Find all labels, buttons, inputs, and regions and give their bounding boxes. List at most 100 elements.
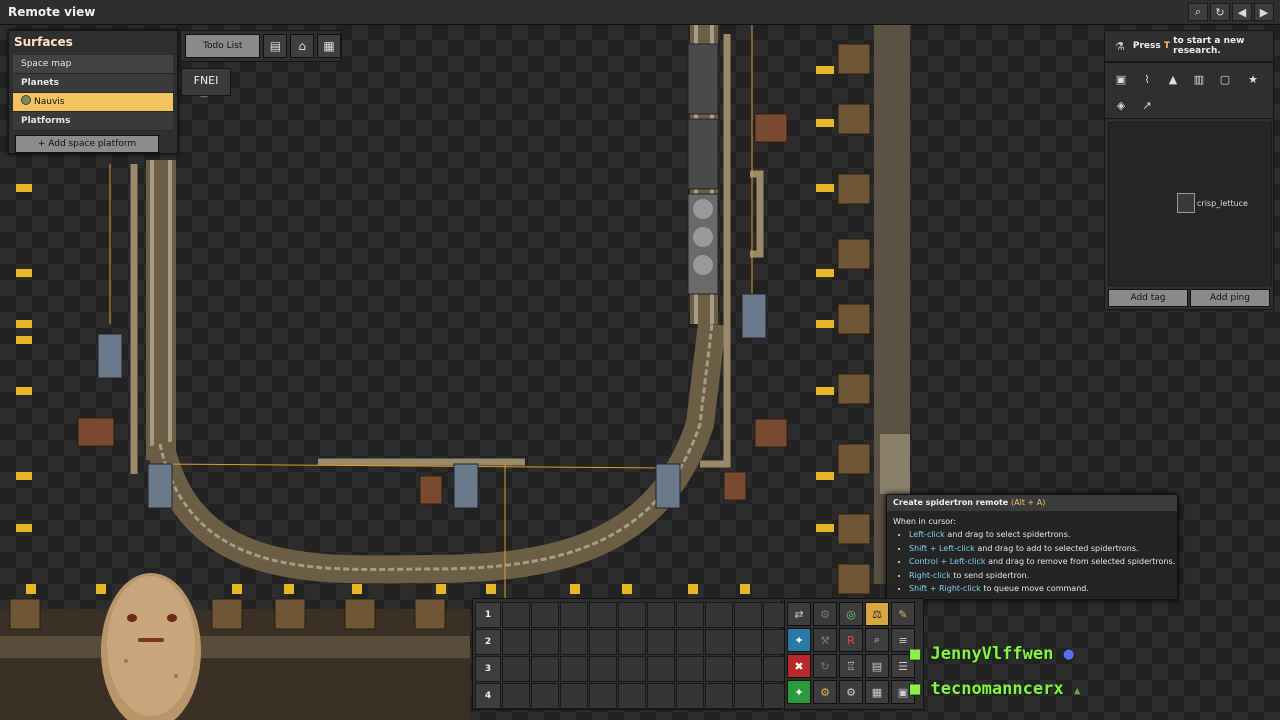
quickbar-slot[interactable] <box>560 602 588 628</box>
quickbar-slot[interactable] <box>589 629 617 655</box>
quickbar-slot[interactable] <box>531 683 559 709</box>
quickbar-slot[interactable] <box>734 602 762 628</box>
undo-icon[interactable]: ⇄ <box>787 602 811 626</box>
quickbar-slot[interactable] <box>705 656 733 682</box>
factoriopedia-icon[interactable]: ⌂ <box>290 34 315 58</box>
quickbar-row-number[interactable]: 3 <box>475 656 501 682</box>
chevron-down-icon[interactable]: — <box>195 93 213 101</box>
quickbar-slot[interactable] <box>705 629 733 655</box>
quickbar-slot[interactable] <box>502 683 530 709</box>
quickbar-slot[interactable] <box>531 602 559 628</box>
quickbar-slot[interactable] <box>647 629 675 655</box>
quickbar-slot[interactable] <box>502 602 530 628</box>
quickbar-slot[interactable] <box>560 656 588 682</box>
redo-icon[interactable]: ↻ <box>813 654 837 678</box>
personal-roboport-icon[interactable]: ♖ <box>839 654 863 678</box>
tooltip-title: Create spidertron remote (Alt + A) <box>887 495 1177 511</box>
add-space-platform-button[interactable]: + Add space platform <box>15 135 159 153</box>
tooltip-text: to queue move command. <box>980 584 1089 593</box>
quickbar-row: 1 <box>475 602 791 628</box>
quickbar-slot[interactable] <box>676 629 704 655</box>
map-tag[interactable]: crisp_lettuce <box>1177 193 1248 213</box>
quickbar-slot[interactable] <box>589 602 617 628</box>
forward-icon[interactable]: ▶ <box>1254 3 1274 21</box>
space-map-item[interactable]: Space map <box>13 55 173 74</box>
quickbar-row-number[interactable]: 2 <box>475 629 501 655</box>
quickbar-row-number[interactable]: 4 <box>475 683 501 709</box>
logistics-icon[interactable]: ▲ <box>1163 69 1183 89</box>
quickbar-slot[interactable] <box>531 629 559 655</box>
achievements-icon[interactable]: ★ <box>1243 69 1263 89</box>
chat-green-square-icon: ■ <box>910 644 921 664</box>
blueprint-library-icon[interactable]: ▤ <box>263 34 288 58</box>
map-view-icon[interactable]: ▣ <box>1111 69 1131 89</box>
planet-item-nauvis[interactable]: Nauvis <box>13 93 173 112</box>
chat-frog-icon: ▲ <box>1073 684 1081 697</box>
quickbar-slot[interactable] <box>676 683 704 709</box>
toggle-layers-icon[interactable]: ◈ <box>1111 95 1131 115</box>
search-icon[interactable]: ⌕ <box>1188 3 1208 21</box>
deconstruction-planner-icon[interactable]: ✦ <box>787 628 811 652</box>
quickbar-slot[interactable] <box>560 629 588 655</box>
planets-section[interactable]: Planets <box>13 74 173 93</box>
trains-icon[interactable]: ▢ <box>1215 69 1235 89</box>
quickbar-slot[interactable] <box>734 683 762 709</box>
toggle-equipment-icon[interactable]: ◎ <box>839 602 863 626</box>
quickbar-slot[interactable] <box>531 656 559 682</box>
quickbar-slot[interactable] <box>560 683 588 709</box>
upgrade-planner-icon[interactable]: ✦ <box>787 680 811 704</box>
quickbar-slot[interactable] <box>502 629 530 655</box>
quickbar-slot[interactable] <box>589 683 617 709</box>
quickbar-slot[interactable] <box>618 656 646 682</box>
add-ping-button[interactable]: Add ping <box>1190 289 1270 307</box>
window-title: Remote view <box>8 5 96 19</box>
quickbar-slot[interactable] <box>676 602 704 628</box>
title-bar: Remote view ⌕ ↻ ◀ ▶ <box>0 0 1280 25</box>
cancel-deconstruction-icon[interactable]: ✖ <box>787 654 811 678</box>
quickbar-row-number[interactable]: 1 <box>475 602 501 628</box>
add-tag-button[interactable]: Add tag <box>1108 289 1188 307</box>
tags-icon[interactable]: ↗ <box>1137 95 1157 115</box>
back-icon[interactable]: ◀ <box>1232 3 1252 21</box>
platforms-section[interactable]: Platforms <box>13 112 173 131</box>
edit-icon[interactable]: ✎ <box>891 602 915 626</box>
paste-icon[interactable]: ⚒ <box>813 628 837 652</box>
tooltip-key: Right-click <box>909 570 951 580</box>
artillery-icon[interactable]: ⚙ <box>813 680 837 704</box>
quickbar-slot[interactable] <box>589 656 617 682</box>
calculator-shortcut-icon[interactable]: ▦ <box>865 680 889 704</box>
quickbar-slot[interactable] <box>705 602 733 628</box>
pipes <box>130 34 764 474</box>
quickbar-slot[interactable] <box>676 656 704 682</box>
chat-username-2: tecnomanncerx <box>930 679 1064 699</box>
quickbar-slot[interactable] <box>647 602 675 628</box>
chat-blob-icon: ● <box>1063 644 1074 664</box>
chat-line-2: ■ tecnomanncerx ▲ <box>910 679 1080 699</box>
copy-icon[interactable]: ⚙ <box>813 602 837 626</box>
quickbar-slot[interactable] <box>618 602 646 628</box>
refresh-icon[interactable]: ↻ <box>1210 3 1230 21</box>
research-notice[interactable]: ⚗ Press T to start a new research. <box>1104 30 1274 62</box>
chat-green-square-icon: ■ <box>910 679 921 699</box>
blueprint-book-icon[interactable]: ▤ <box>865 654 889 678</box>
search-map-icon[interactable]: ⌕ <box>865 628 889 652</box>
spidertron-remote-icon[interactable]: ⚖ <box>865 602 889 626</box>
tag-label: crisp_lettuce <box>1197 198 1248 208</box>
research-queue-icon[interactable]: R <box>839 628 863 652</box>
tooltip-key: Shift + Left-click <box>909 543 975 553</box>
production-stats-icon[interactable]: ⌇ <box>1137 69 1157 89</box>
calculator-icon[interactable]: ▦ <box>317 34 341 58</box>
quickbar-slot[interactable] <box>734 629 762 655</box>
quickbar-slot[interactable] <box>734 656 762 682</box>
quickbar-slot[interactable] <box>705 683 733 709</box>
quickbar-slot[interactable] <box>618 683 646 709</box>
quickbar-slot[interactable] <box>502 656 530 682</box>
quickbar-slot[interactable] <box>618 629 646 655</box>
quickbar-slot[interactable] <box>647 683 675 709</box>
tooltip-item: Right-click to send spidertron. <box>909 569 1177 583</box>
factoriopedia-book-icon[interactable]: ▥ <box>1189 69 1209 89</box>
settings-icon[interactable]: ⚙ <box>839 680 863 704</box>
quickbar-slot[interactable] <box>647 656 675 682</box>
todo-list-button[interactable]: Todo List <box>185 34 261 58</box>
tooltip-key: Shift + Right-click <box>909 584 981 593</box>
